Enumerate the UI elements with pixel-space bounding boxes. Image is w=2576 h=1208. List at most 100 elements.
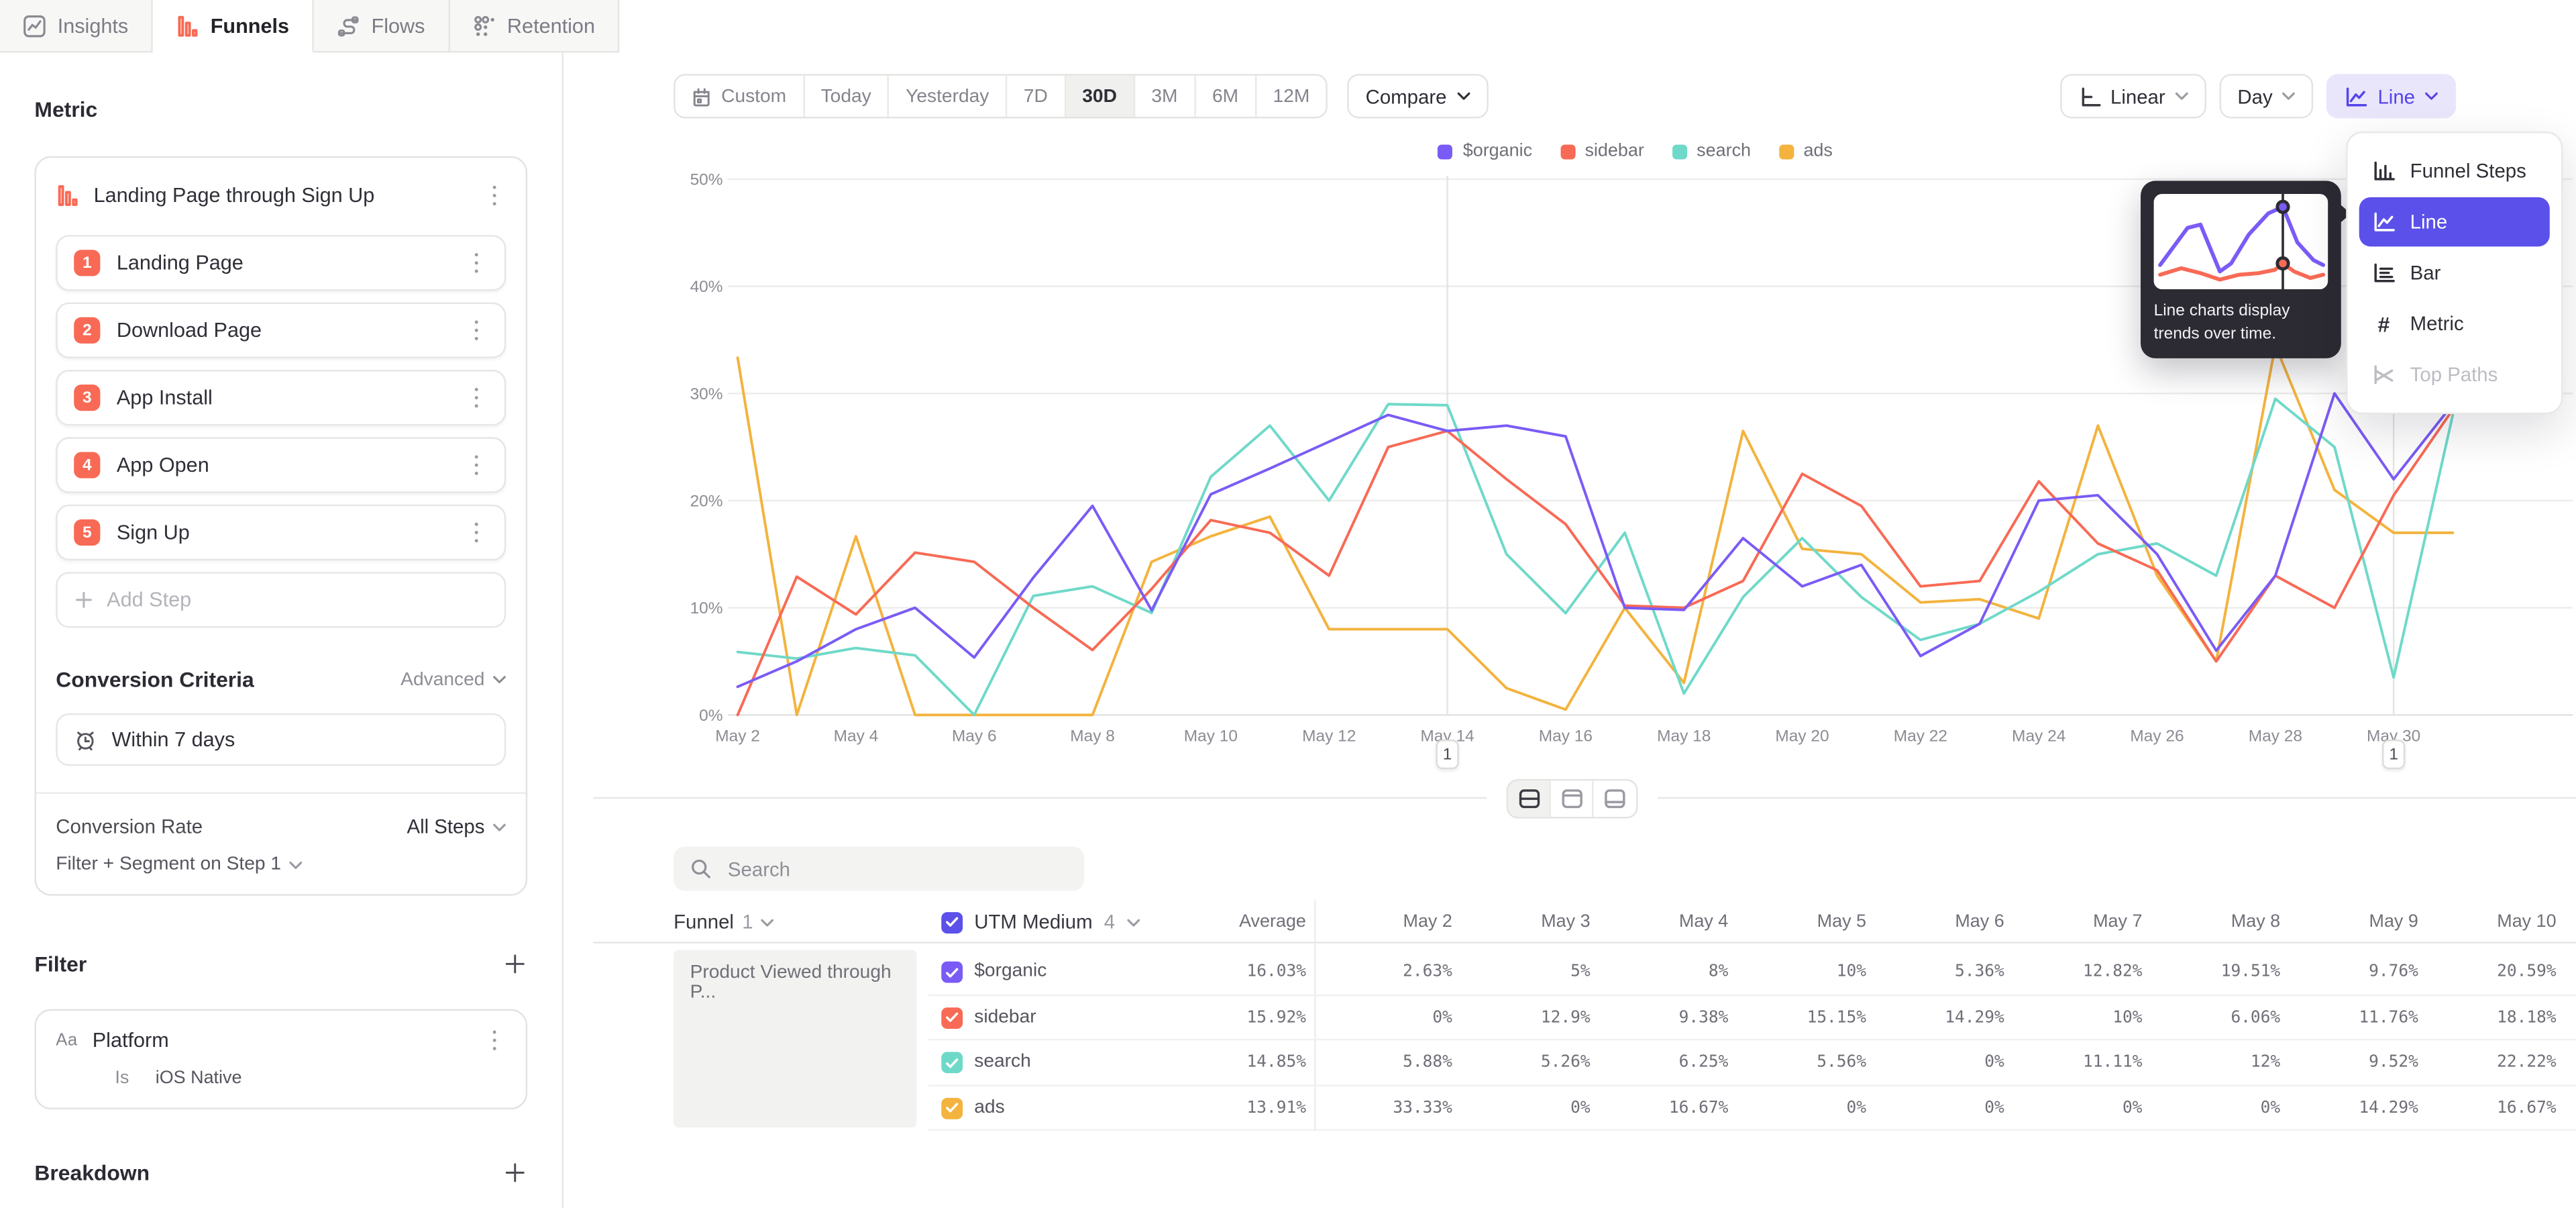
tab-retention[interactable]: Retention: [449, 0, 620, 52]
funnel-step[interactable]: 3 App Install: [56, 370, 506, 425]
kebab-menu-icon[interactable]: [465, 519, 488, 546]
day-column-header[interactable]: May 4: [1623, 901, 1729, 944]
funnel-column-dropdown[interactable]: Funnel 1: [674, 901, 774, 944]
day-column-header[interactable]: May 5: [1761, 901, 1866, 944]
add-filter-button[interactable]: [501, 950, 527, 976]
range-custom[interactable]: Custom: [676, 76, 805, 117]
range-yesterday[interactable]: Yesterday: [890, 76, 1008, 117]
table-only-view-toggle[interactable]: [1594, 781, 1637, 817]
funnel-step[interactable]: 1 Landing Page: [56, 235, 506, 291]
menu-item-line[interactable]: Line: [2359, 197, 2550, 246]
table-row[interactable]: $organic 16.03% 2.63%5%8%10%5.36%12.82%1…: [928, 950, 2576, 995]
add-breakdown-button[interactable]: [501, 1159, 527, 1185]
add-step-button[interactable]: Add Step: [56, 572, 506, 627]
conversion-window[interactable]: Within 7 days: [56, 713, 506, 766]
legend-item[interactable]: ads: [1779, 142, 1833, 161]
legend-item[interactable]: sidebar: [1560, 142, 1644, 161]
annotation-badge[interactable]: 1: [2382, 740, 2405, 769]
funnel-step[interactable]: 5 Sign Up: [56, 505, 506, 560]
menu-item-metric[interactable]: # Metric: [2359, 299, 2550, 348]
tooltip-preview-image: [2154, 194, 2328, 289]
chart-only-view-toggle[interactable]: [1551, 781, 1594, 817]
day-column-header[interactable]: May 9: [2313, 901, 2418, 944]
advanced-toggle[interactable]: Advanced: [400, 670, 506, 689]
menu-item-bar[interactable]: Bar: [2359, 248, 2550, 297]
table-search[interactable]: [674, 846, 1084, 891]
x-tick-label: May 4: [834, 727, 879, 745]
day-column-header[interactable]: May 8: [2175, 901, 2280, 944]
series-line-search[interactable]: [738, 399, 2453, 715]
kebab-menu-icon[interactable]: [483, 1027, 506, 1054]
clock-icon: [74, 728, 97, 751]
split-view-toggle[interactable]: [1508, 781, 1551, 817]
kebab-menu-icon[interactable]: [465, 317, 488, 344]
search-input[interactable]: [724, 856, 1068, 882]
table-cell: 2.63%: [1347, 950, 1452, 995]
range-3m[interactable]: 3M: [1135, 76, 1196, 117]
range-12m[interactable]: 12M: [1256, 76, 1326, 117]
funnel-name-cell[interactable]: Product Viewed through P...: [674, 950, 916, 1127]
series-checkbox[interactable]: [941, 1007, 963, 1028]
granularity-dropdown[interactable]: Day: [2219, 74, 2313, 118]
day-column-header[interactable]: May 10: [2451, 901, 2557, 944]
menu-item-funnel-steps[interactable]: Funnel Steps: [2359, 146, 2550, 195]
property-type-icon: Aa: [56, 1031, 77, 1050]
series-checkbox[interactable]: [941, 1052, 963, 1073]
funnel-step[interactable]: 2 Download Page: [56, 303, 506, 358]
table-cell: 6.06%: [2175, 995, 2280, 1040]
report-tabbar: Insights Funnels Flows Retention: [0, 0, 620, 52]
chart-type-dropdown[interactable]: Line: [2327, 74, 2457, 118]
range-6m[interactable]: 6M: [1195, 76, 1256, 117]
kebab-menu-icon[interactable]: [465, 250, 488, 276]
series-line-ads[interactable]: [738, 345, 2453, 715]
tab-insights[interactable]: Insights: [0, 0, 153, 52]
range-30d[interactable]: 30D: [1066, 76, 1135, 117]
series-line-$organic[interactable]: [738, 393, 2453, 687]
table-header: Funnel 1 UTM Medium 4 Average May 2 May 3…: [593, 901, 2576, 944]
tab-funnels[interactable]: Funnels: [153, 0, 314, 52]
day-column-header[interactable]: May 3: [1485, 901, 1591, 944]
kebab-menu-icon[interactable]: [465, 385, 488, 411]
chevron-down-icon: [1126, 918, 1140, 926]
all-steps-dropdown[interactable]: All Steps: [407, 815, 506, 838]
table-cell: 0%: [2175, 1086, 2280, 1131]
scale-dropdown[interactable]: Linear: [2059, 74, 2206, 118]
table-row[interactable]: search 14.85% 5.88%5.26%6.25%5.56%0%11.1…: [928, 1040, 2576, 1085]
series-checkbox[interactable]: [941, 1097, 963, 1119]
kebab-menu-icon[interactable]: [483, 183, 506, 209]
series-line-sidebar[interactable]: [738, 409, 2453, 715]
tab-flows[interactable]: Flows: [314, 0, 449, 52]
filter-value[interactable]: iOS Native: [156, 1068, 242, 1088]
day-column-header[interactable]: May 7: [2037, 901, 2143, 944]
average-column-header[interactable]: Average: [1201, 901, 1306, 944]
table-row[interactable]: sidebar 15.92% 0%12.9%9.38%15.15%14.29%1…: [928, 995, 2576, 1040]
select-all-checkbox[interactable]: [941, 911, 963, 933]
filter-card[interactable]: Aa Platform Is iOS Native: [34, 1009, 527, 1109]
table-cell: 5.88%: [1347, 1040, 1452, 1085]
table-cell: 0%: [1899, 1086, 2004, 1131]
x-tick-label: May 8: [1070, 727, 1115, 745]
range-today[interactable]: Today: [804, 76, 890, 117]
table-cell: 9.52%: [2313, 1040, 2418, 1085]
table-cell: 0%: [2037, 1086, 2143, 1131]
table-row[interactable]: ads 13.91% 33.33%0%16.67%0%0%0%0%14.29%1…: [928, 1086, 2576, 1131]
kebab-menu-icon[interactable]: [465, 452, 488, 478]
filter-segment-dropdown[interactable]: Filter + Segment on Step 1: [56, 854, 506, 874]
breakdown-column-dropdown[interactable]: UTM Medium 4: [941, 901, 1140, 944]
chevron-down-icon: [289, 860, 303, 868]
compare-button[interactable]: Compare: [1348, 74, 1488, 118]
table-cell: 33.33%: [1347, 1086, 1452, 1131]
legend-item[interactable]: $organic: [1438, 142, 1532, 161]
funnels-icon: [176, 14, 199, 37]
range-7d[interactable]: 7D: [1007, 76, 1065, 117]
annotation-badge[interactable]: 1: [1436, 740, 1458, 769]
day-column-header[interactable]: May 6: [1899, 901, 2004, 944]
legend-item[interactable]: search: [1672, 142, 1751, 161]
day-column-header[interactable]: May 2: [1347, 901, 1452, 944]
series-checkbox[interactable]: [941, 962, 963, 983]
filter-operator[interactable]: Is: [115, 1068, 129, 1088]
tab-label: Funnels: [211, 14, 289, 37]
funnel-step[interactable]: 4 App Open: [56, 437, 506, 493]
x-tick-label: May 6: [952, 727, 997, 745]
x-tick-label: May 12: [1302, 727, 1356, 745]
